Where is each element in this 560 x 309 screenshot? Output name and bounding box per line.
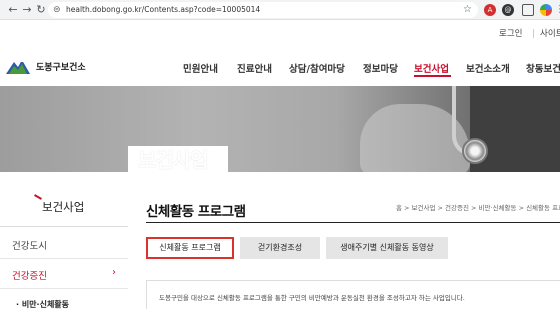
side-panel-icon[interactable] (522, 4, 534, 16)
banner-title: 보건사업 (138, 148, 209, 172)
gnb-health-projects[interactable]: 보건사업 (414, 61, 449, 75)
logo-text[interactable]: 도봉구보건소 (36, 60, 86, 73)
stethoscope-icon (462, 138, 488, 164)
gnb-active-indicator (414, 75, 451, 77)
reload-icon[interactable]: ↻ (34, 3, 48, 17)
lnb-divider (0, 288, 128, 289)
gnb-about[interactable]: 보건소소개 (466, 61, 510, 75)
program-description: 도봉구민을 대상으로 신체활동 프로그램을 통한 구민의 비만예방과 운동실천 … (159, 294, 465, 302)
extension-icon[interactable]: A (484, 4, 496, 16)
tab-physical-activity[interactable]: 신체활동 프로그램 (146, 237, 234, 259)
browser-toolbar: ← → ↻ ⊜ health.dobong.go.kr/Contents.asp… (0, 0, 560, 20)
forward-icon[interactable]: → (20, 3, 34, 17)
lnb-title-accent (34, 194, 42, 200)
site-info-icon[interactable]: ⊜ (53, 3, 61, 17)
url-text[interactable]: health.dobong.go.kr/Contents.asp?code=10… (66, 2, 260, 18)
sub-banner (0, 86, 560, 172)
gnb-consultation[interactable]: 상담/참여마당 (289, 61, 345, 75)
sidebar-item-healthy-city[interactable]: 건강도시 (12, 238, 47, 252)
tab-walking-environment[interactable]: 걷기환경조성 (240, 237, 320, 259)
chevron-right-icon: › (112, 267, 116, 278)
gnb-information[interactable]: 정보마당 (363, 61, 398, 75)
gnb-treatment[interactable]: 진료안내 (237, 61, 272, 75)
page-title: 신체활동 프로그램 (146, 204, 246, 220)
sidebar-item-health-promotion[interactable]: 건강증진 (12, 268, 47, 282)
breadcrumb: 홈 > 보건사업 > 건강증진 > 비만·신체활동 > 신체활동 프로그램 (396, 204, 560, 212)
lnb-divider (0, 226, 128, 227)
sitemap-link[interactable]: 사이트맵 (540, 27, 560, 39)
dobong-logo-icon[interactable] (6, 58, 30, 74)
util-divider (533, 29, 534, 38)
more-menu-icon[interactable]: ⋮ (554, 4, 560, 16)
lnb-divider (0, 258, 128, 259)
address-bar[interactable]: ⊜ health.dobong.go.kr/Contents.asp?code=… (48, 2, 478, 18)
tab-lifecycle-videos[interactable]: 생애주기별 신체활동 동영상 (326, 237, 448, 259)
profile-avatar[interactable] (540, 4, 552, 16)
sidebar-subitem-obesity-activity[interactable]: · 비만·신체활동 (16, 299, 69, 309)
extension-icon-2[interactable]: @ (502, 4, 514, 16)
bookmark-star-icon[interactable]: ☆ (463, 2, 472, 18)
gnb-changdong[interactable]: 창동보건 (526, 61, 560, 75)
title-divider (146, 222, 560, 223)
gnb-civil-service[interactable]: 민원안내 (183, 61, 218, 75)
back-icon[interactable]: ← (6, 3, 20, 17)
login-link[interactable]: 로그인 (499, 27, 522, 39)
lnb-title: 보건사업 (42, 200, 85, 214)
